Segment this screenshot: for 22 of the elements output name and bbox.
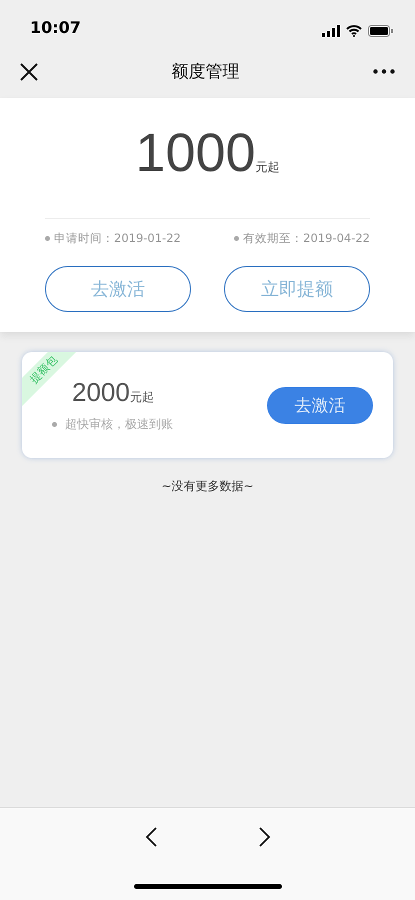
date-label: 有效期至：2019-04-22 (243, 231, 370, 246)
outline-button[interactable]: 去激活 (45, 266, 191, 312)
package-amount: 2000 (72, 377, 130, 407)
bullet-icon (234, 236, 240, 241)
signal-icon (322, 25, 340, 37)
battery-icon (368, 25, 393, 37)
close-icon[interactable] (20, 62, 38, 80)
page-title: 额度管理 (172, 61, 240, 83)
status-time: 10:07 (30, 18, 81, 37)
wifi-icon (346, 25, 362, 37)
bullet-icon (45, 236, 50, 241)
back-button[interactable] (144, 826, 160, 848)
package-note: 超快审核，极速到账 (65, 416, 173, 433)
quota-amount: 1000 (135, 126, 256, 180)
outline-button[interactable]: 立即提额 (224, 266, 370, 312)
more-icon[interactable] (373, 69, 395, 74)
end-of-list-text: ~没有更多数据~ (160, 478, 255, 495)
amount-unit: 元起 (130, 390, 154, 404)
date-label: 申请时间：2019-01-22 (54, 231, 181, 246)
activate-button[interactable]: 去激活 (267, 386, 373, 424)
amount-unit: 元起 (256, 159, 280, 176)
bullet-icon (52, 422, 57, 427)
